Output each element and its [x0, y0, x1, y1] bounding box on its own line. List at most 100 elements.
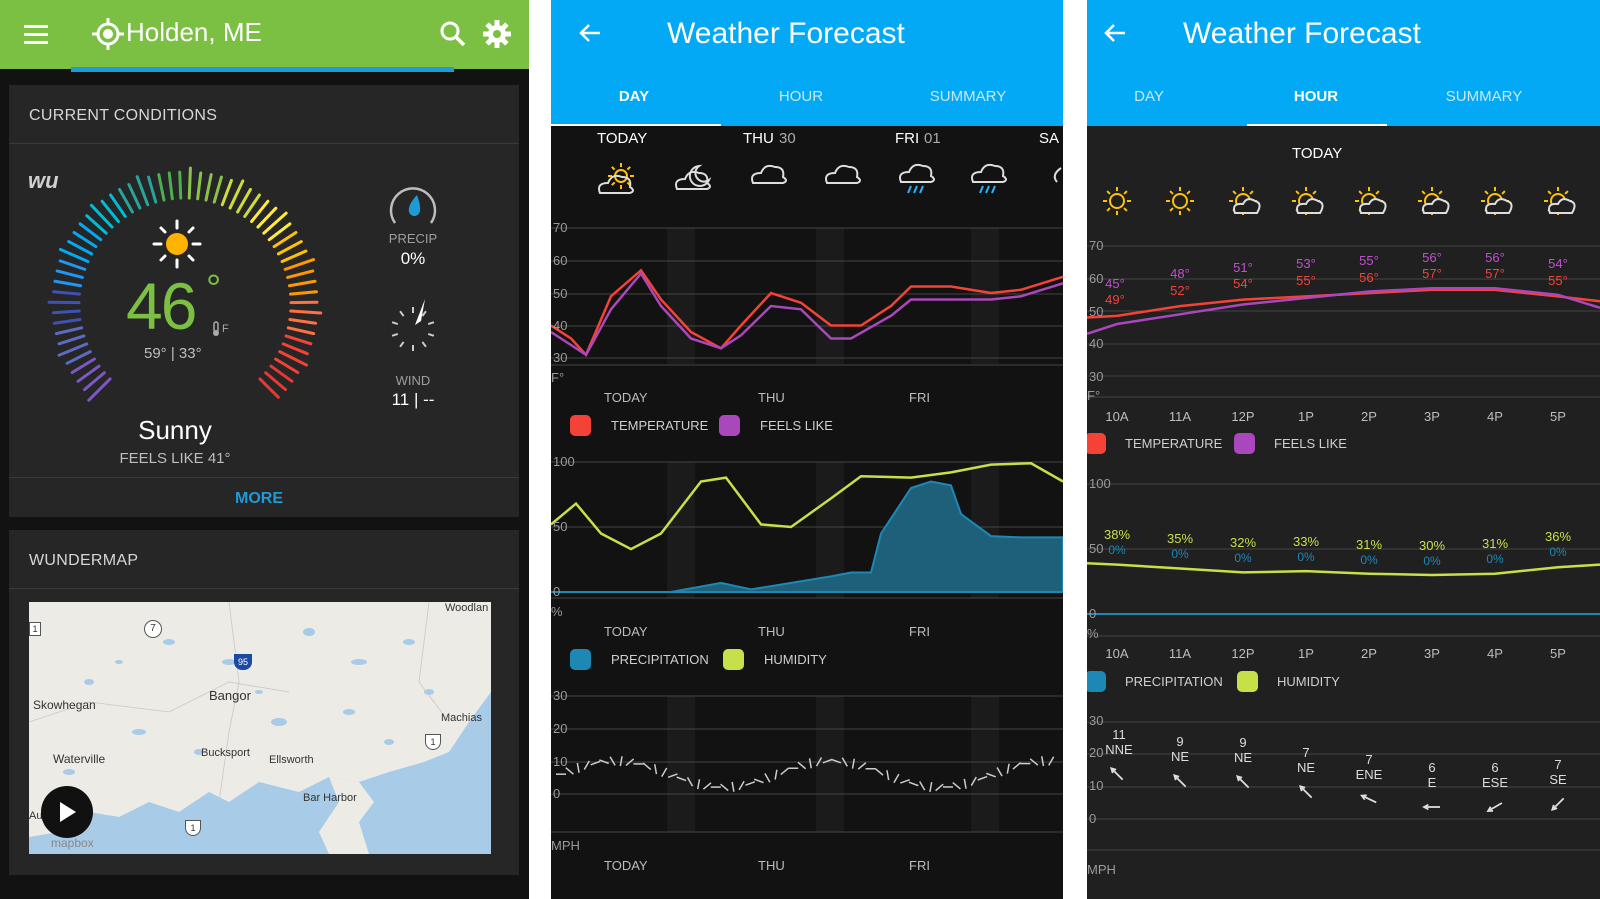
gauge-tick	[289, 290, 318, 296]
divider	[9, 477, 519, 478]
wind-speed-value: 9	[1239, 735, 1246, 750]
hour-label: 3P	[1424, 409, 1440, 424]
wind-axis-10: 10	[1089, 778, 1104, 793]
high-low: 59° | 33°	[144, 345, 202, 362]
gauge-tick	[284, 334, 313, 346]
hum-axis-100: 100	[553, 454, 575, 469]
wind-compass-icon	[391, 299, 435, 351]
temp-axis-60: 60	[1089, 271, 1104, 286]
gauge-tick	[280, 249, 308, 263]
wind-arrow	[1040, 756, 1045, 767]
gauge-tick	[204, 173, 213, 202]
wind-speed-value: 7	[1302, 745, 1309, 760]
compass-tick	[391, 321, 399, 326]
humidity-value: 31%	[1482, 536, 1508, 551]
wind-arrow	[900, 778, 910, 784]
compass-tick	[427, 332, 435, 337]
screens: Holden, ME CURRENT CONDITIONS wu 46 ° F …	[0, 0, 1600, 899]
wind-arrow	[619, 756, 623, 767]
hum-axis-0: 0	[553, 584, 561, 599]
hour-label: 11A	[1168, 409, 1192, 424]
hum-axis-50: 50	[1089, 541, 1104, 556]
wind-axis-0: 0	[1089, 811, 1097, 826]
wind-direction-value: NNE	[1105, 742, 1133, 757]
wind-arrow	[808, 758, 813, 769]
scroll-indicator	[71, 67, 454, 72]
map-view[interactable]: Woodlan Skowhegan Bangor Machias Watervi…	[29, 602, 491, 854]
wind-speed-value: 6	[1428, 760, 1435, 775]
wind-axis-20: 20	[1089, 745, 1104, 760]
compass-tick	[399, 310, 405, 317]
wind-arrow	[745, 781, 756, 786]
location-target-icon	[92, 18, 124, 50]
wind-axis-30: 30	[1089, 713, 1104, 728]
wind-arrow	[753, 778, 764, 784]
precip-value: 0%	[1549, 545, 1567, 559]
precip-value: 0%	[1234, 551, 1252, 565]
precip-label: PRECIP	[388, 231, 438, 246]
feels-like-value: 51°	[1233, 260, 1253, 275]
feels-like-swatch	[719, 415, 740, 436]
hum-axis-50: 50	[553, 519, 568, 534]
feels-like-text: FEELS LIKE 41°	[119, 450, 231, 467]
gauge-tick	[157, 173, 166, 202]
location-title[interactable]: Holden, ME	[126, 17, 262, 48]
gauge-tick	[187, 166, 192, 200]
gauge-tick	[52, 317, 82, 325]
humidity-value: 30%	[1419, 538, 1445, 553]
wind-axis-0: 0	[553, 786, 561, 801]
forecast-charts	[551, 227, 1063, 833]
degree-symbol: °	[206, 268, 222, 310]
x-label-thu: THU	[758, 390, 785, 405]
search-icon[interactable]	[439, 20, 467, 48]
humidity-legend: HUMIDITY	[1277, 674, 1340, 689]
humidity-value: 33%	[1293, 534, 1319, 549]
wind-arrow	[738, 780, 745, 791]
humidity-value: 36%	[1545, 529, 1571, 544]
compass-tick	[421, 341, 427, 348]
temperature-swatch	[1087, 433, 1106, 454]
hour-label: 5P	[1550, 646, 1566, 661]
hour-label: 11A	[1168, 646, 1192, 661]
mapbox-attribution: mapbox	[51, 836, 94, 850]
x-label-today: TODAY	[604, 390, 648, 405]
wundermap-card: WUNDERMAP Woodlan Skowhegan Bangor Machi…	[9, 530, 519, 875]
precip-value: 0%	[1108, 543, 1126, 557]
temp-axis-40: 40	[1089, 336, 1104, 351]
humidity-value: 32%	[1230, 535, 1256, 550]
x-label-today: TODAY	[604, 624, 648, 639]
wind-arrow	[780, 767, 789, 776]
menu-icon[interactable]	[22, 22, 50, 46]
gauge-tick	[288, 317, 318, 325]
wind-unit: MPH	[1087, 862, 1116, 877]
gauge-tick	[283, 258, 316, 271]
wind-arrow	[720, 783, 729, 792]
wind-speed-value: 7	[1554, 757, 1561, 772]
wind-axis-30: 30	[553, 688, 568, 703]
precip-value: 0%	[1171, 547, 1189, 561]
wind-arrow	[929, 781, 933, 793]
current-conditions-card: CURRENT CONDITIONS wu 46 ° F 59° | 33° S…	[9, 85, 519, 517]
gauge-tick	[281, 342, 309, 356]
current-temperature: 46	[126, 269, 197, 343]
precip-drop-icon	[389, 187, 437, 224]
wind-speed-value: 9	[1176, 734, 1183, 749]
thermometer-icon	[213, 321, 219, 336]
humidity-value: 35%	[1167, 531, 1193, 546]
more-button[interactable]: MORE	[9, 490, 509, 508]
wind-arrow	[908, 781, 919, 787]
precip-value: 0%	[1486, 552, 1504, 566]
divider	[9, 143, 519, 144]
divider	[9, 588, 519, 589]
hour-label: 3P	[1424, 646, 1440, 661]
temperature-unit: F	[222, 323, 229, 335]
play-button[interactable]	[41, 786, 93, 838]
hour-label: 2P	[1361, 646, 1377, 661]
x-label-today: TODAY	[604, 858, 648, 873]
wind-arrow	[702, 782, 712, 790]
compass-tick	[391, 332, 399, 337]
humidity-value: 38%	[1104, 527, 1130, 542]
gear-icon[interactable]	[482, 19, 512, 49]
wind-label: WIND	[395, 373, 431, 388]
temperature-value: 57°	[1485, 266, 1505, 281]
